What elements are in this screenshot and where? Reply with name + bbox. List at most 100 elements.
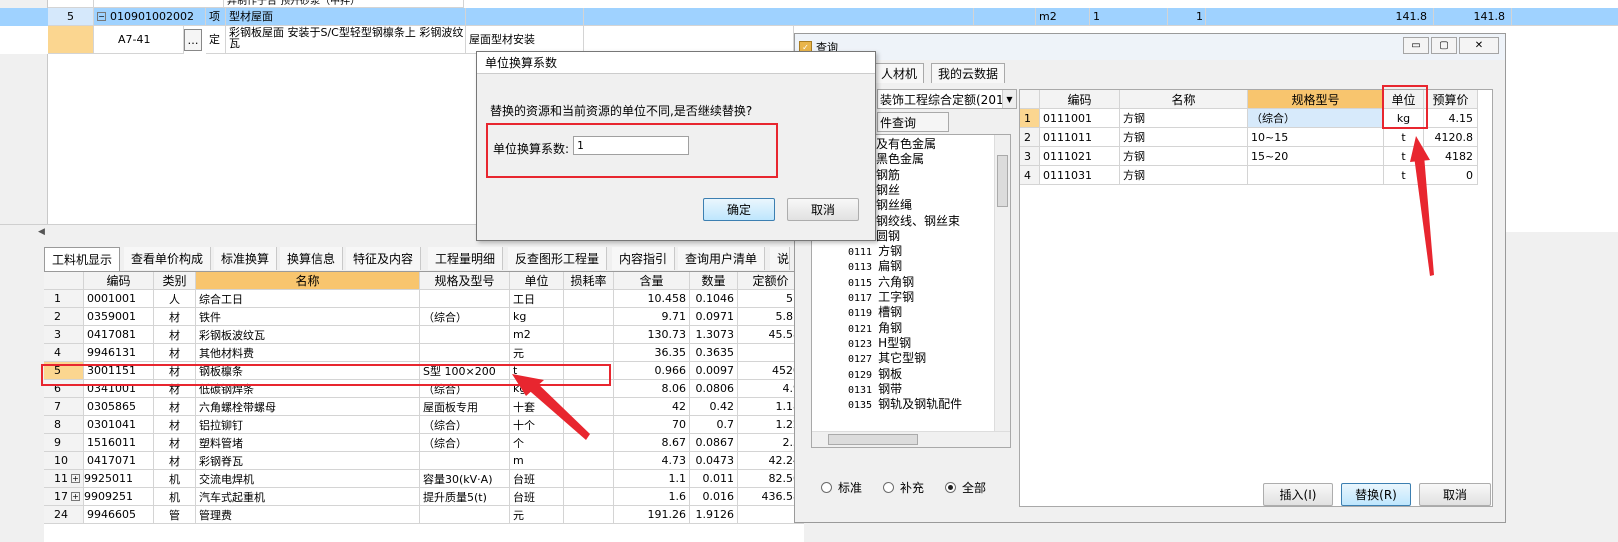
unit-dialog-titlebar[interactable]: 单位换算系数 bbox=[477, 52, 875, 74]
col-header-category[interactable]: 类别 bbox=[154, 272, 196, 290]
tab-unit-price-composition[interactable]: 查看单价构成 bbox=[124, 247, 212, 270]
col-header-spec[interactable]: 规格型号 bbox=[1248, 90, 1384, 109]
tab-labor-material-machine[interactable]: 工料机显示 bbox=[44, 247, 121, 271]
tree-item[interactable]: 黑色金属 bbox=[876, 152, 924, 167]
chevron-down-icon[interactable]: ▼ bbox=[1002, 90, 1016, 108]
tree-item[interactable]: 及有色金属 bbox=[876, 137, 936, 152]
tree-item[interactable]: 0127 其它型钢 bbox=[848, 351, 926, 366]
col-header-quantity[interactable]: 数量 bbox=[690, 272, 738, 290]
expand-icon[interactable]: + bbox=[71, 474, 80, 483]
col-header-unit[interactable]: 单位 bbox=[510, 272, 564, 290]
col-header-name[interactable]: 名称 bbox=[196, 272, 420, 290]
tree-vertical-scrollbar[interactable] bbox=[994, 135, 1010, 431]
cell-loss bbox=[564, 308, 614, 326]
cancel-button[interactable]: 取消 bbox=[787, 198, 859, 221]
query-dialog-titlebar[interactable]: ✓ 查询 ▭ ▢ ✕ bbox=[795, 34, 1505, 60]
tree-item[interactable]: 0119 槽钢 bbox=[848, 305, 902, 320]
maximize-icon[interactable]: ▢ bbox=[1431, 37, 1457, 54]
table-row-selected[interactable]: 5 − 010901002002 项 型材屋面 m2 1 1 141.8 141… bbox=[0, 8, 1618, 26]
tree-item[interactable]: 圆钢 bbox=[876, 229, 900, 244]
collapse-icon[interactable]: − bbox=[97, 12, 106, 21]
tab-quantity-detail[interactable]: 工程量明细 bbox=[428, 247, 504, 270]
tree-item[interactable]: 0111 方钢 bbox=[848, 244, 902, 259]
tree-item[interactable]: 0113 扁钢 bbox=[848, 259, 902, 274]
close-icon[interactable]: ✕ bbox=[1459, 37, 1499, 54]
tab-features-content[interactable]: 特征及内容 bbox=[346, 247, 422, 270]
col-header-code[interactable]: 编码 bbox=[1040, 90, 1120, 109]
tree-horizontal-scrollbar[interactable] bbox=[812, 431, 1010, 447]
table-row[interactable]: 异制作于台 预升砂浆（中拌） bbox=[0, 0, 1618, 8]
tab-my-cloud-data[interactable]: 我的云数据 bbox=[931, 63, 1006, 83]
tree-item[interactable]: 钢筋 bbox=[876, 168, 900, 183]
tree-item[interactable]: 0117 工字钢 bbox=[848, 290, 914, 305]
cell-loss bbox=[564, 506, 614, 524]
tab-standard-conversion[interactable]: 标准换算 bbox=[214, 247, 278, 270]
tree-item[interactable]: 0121 角钢 bbox=[848, 321, 902, 336]
table-row[interactable]: 5 3001151 材钢板檩条 S型 100×200 t 0.966 0.0097 4520 bbox=[44, 362, 804, 380]
table-row[interactable]: 6 0341001 材低碳钢焊条 （综合） kg 8.06 0.0806 4.9 bbox=[44, 380, 804, 398]
table-row[interactable]: 2 0111011 方钢 10~15 t 4120.8 bbox=[1020, 128, 1492, 147]
cell-idx: 4 bbox=[44, 344, 84, 362]
conversion-factor-input[interactable] bbox=[573, 136, 689, 155]
table-row[interactable]: 4 0111031 方钢 t 0 bbox=[1020, 166, 1492, 185]
table-row[interactable]: 1 0001001 人综合工日 工日 10.458 0.1046 51 bbox=[44, 290, 804, 308]
tab-user-list-query[interactable]: 查询用户清单 bbox=[678, 247, 766, 270]
scroll-thumb[interactable] bbox=[828, 434, 918, 445]
col-header-spec[interactable]: 规格及型号 bbox=[420, 272, 510, 290]
tab-reverse-graphic-quantity[interactable]: 反查图形工程量 bbox=[508, 247, 608, 270]
ok-button[interactable]: 确定 bbox=[703, 198, 775, 221]
tab-conversion-info[interactable]: 换算信息 bbox=[280, 247, 344, 270]
cell-loss bbox=[564, 452, 614, 470]
insert-button[interactable]: 插入(I) bbox=[1263, 483, 1333, 506]
table-row[interactable]: 1 0111001 方钢 （综合） kg 4.15 bbox=[1020, 109, 1492, 128]
table-row[interactable]: 3 0111021 方钢 15~20 t 4182 bbox=[1020, 147, 1492, 166]
cancel-button[interactable]: 取消 bbox=[1419, 483, 1491, 506]
condition-query-button[interactable]: 件查询 bbox=[877, 112, 949, 132]
radio-standard[interactable]: 标准 bbox=[821, 479, 862, 496]
radio-supplement[interactable]: 补充 bbox=[883, 479, 924, 496]
quota-library-select[interactable]: 装饰工程综合定额(201 ▼ bbox=[877, 89, 1017, 109]
cell-content: 191.26 bbox=[614, 506, 690, 524]
tree-item[interactable]: 0115 六角钢 bbox=[848, 275, 914, 290]
tree-item[interactable]: 钢绞线、钢丝束 bbox=[876, 214, 960, 229]
radio-label: 标准 bbox=[838, 481, 863, 495]
replace-button[interactable]: 替换(R) bbox=[1341, 483, 1411, 506]
radio-all[interactable]: 全部 bbox=[945, 479, 986, 496]
tree-item[interactable]: 0123 H型钢 bbox=[848, 336, 911, 351]
table-row[interactable]: 8 0301041 材铝拉铆钉 （综合） 十个 70 0.7 1.22 bbox=[44, 416, 804, 434]
tree-item[interactable]: 钢丝 bbox=[876, 183, 900, 198]
table-row[interactable]: 49946131材其他材料费元36.350.36351 bbox=[44, 344, 804, 362]
table-row[interactable]: 7 0305865 材六角螺栓带螺母 屋面板专用 十套 42 0.42 1.18 bbox=[44, 398, 804, 416]
tab-labor-material[interactable]: 人材机 bbox=[875, 63, 925, 83]
cell-price: 4120.8 bbox=[1424, 128, 1478, 147]
table-row[interactable]: 17 +9909251 机汽车式起重机 提升质量5(t) 台班 1.6 0.016 436.5… bbox=[44, 488, 804, 506]
expand-icon[interactable]: + bbox=[71, 492, 80, 501]
tree-item[interactable]: 0131 钢带 bbox=[848, 382, 902, 397]
cell-cat: 材 bbox=[154, 452, 196, 470]
tree-item[interactable]: 0135 钢轨及钢轨配件 bbox=[848, 397, 962, 412]
tab-content-guide[interactable]: 内容指引 bbox=[612, 247, 676, 270]
table-row[interactable]: 9 1516011 材塑料管堵 （综合）个 8.67 0.0867 2.5 bbox=[44, 434, 804, 452]
tab-more[interactable]: 说 bbox=[770, 247, 791, 270]
cell-code: 0001001 bbox=[84, 290, 154, 308]
table-row[interactable]: 10 0417071 材彩钢脊瓦 m 4.73 0.0473 42.24 bbox=[44, 452, 804, 470]
tree-item[interactable]: 0129 钢板 bbox=[848, 367, 902, 382]
cell-code: 0111011 bbox=[1040, 128, 1120, 147]
tree-item-label: H型钢 bbox=[878, 335, 912, 350]
col-header-budget-price[interactable]: 预算价 bbox=[1424, 90, 1478, 109]
table-row[interactable]: 3 0417081 材彩钢板波纹瓦 m2 130.73 1.3073 45.58 bbox=[44, 326, 804, 344]
scroll-thumb[interactable] bbox=[997, 155, 1008, 207]
col-header-loss[interactable]: 损耗率 bbox=[564, 272, 614, 290]
more-button[interactable]: … bbox=[184, 29, 202, 51]
col-header-unit[interactable]: 单位 bbox=[1384, 90, 1424, 109]
tree-item[interactable]: 钢丝绳 bbox=[876, 198, 912, 213]
scroll-left-icon[interactable]: ◀ bbox=[38, 227, 50, 239]
col-header-content[interactable]: 含量 bbox=[614, 272, 690, 290]
table-row[interactable]: 249946605管管理费元191.261.91261 bbox=[44, 506, 804, 524]
minimize-icon[interactable]: ▭ bbox=[1403, 37, 1429, 54]
row-name-partial: 异制作于台 预升砂浆（中拌） bbox=[224, 0, 464, 8]
col-header-code[interactable]: 编码 bbox=[84, 272, 154, 290]
table-row[interactable]: 11 +9925011 机交流电焊机 容量30(kV·A) 台班 1.1 0.011 82.5… bbox=[44, 470, 804, 488]
table-row[interactable]: 2 0359001 材铁件 （综合） kg 9.71 0.0971 5.81 bbox=[44, 308, 804, 326]
col-header-name[interactable]: 名称 bbox=[1120, 90, 1248, 109]
